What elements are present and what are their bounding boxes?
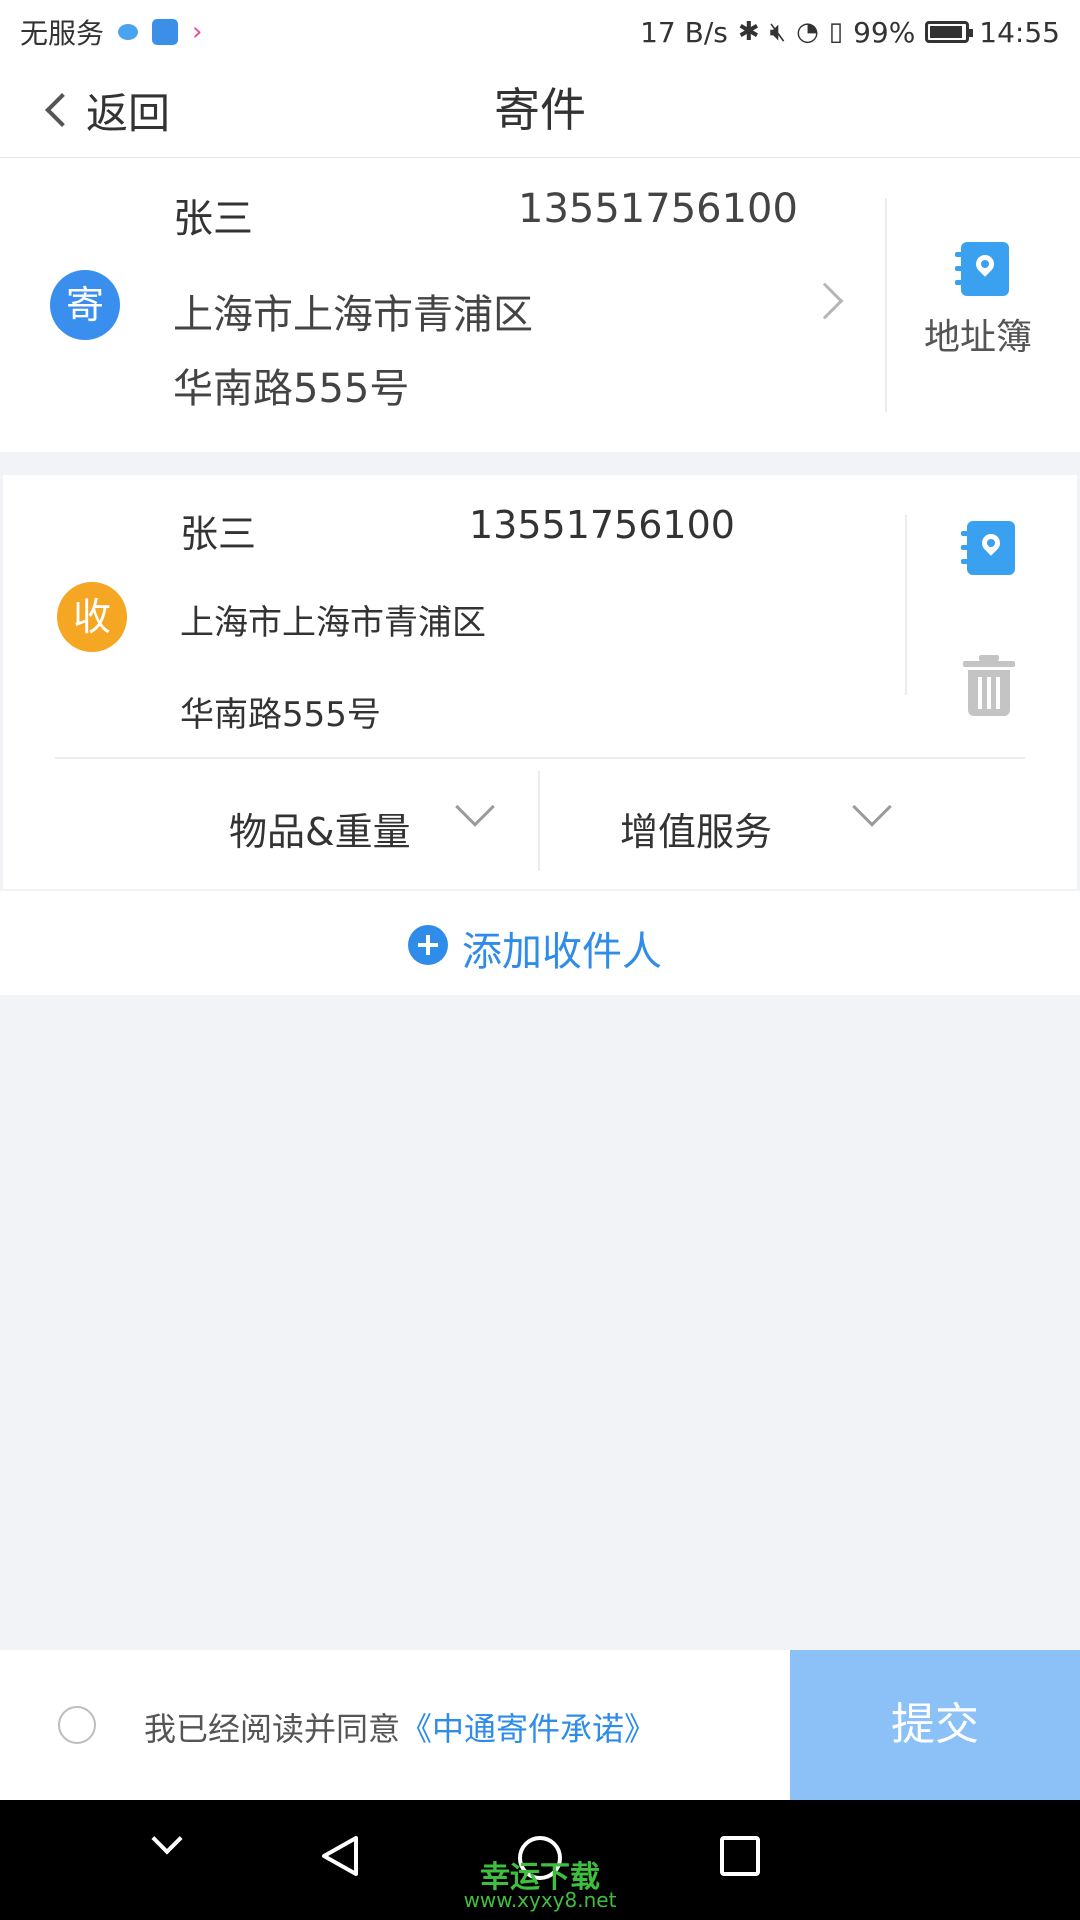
agreement-link[interactable]: 《中通寄件承诺》 bbox=[400, 1710, 656, 1748]
receiver-divider bbox=[905, 515, 907, 695]
sender-card[interactable]: 寄 张三 13551756100 上海市上海市青浦区 华南路555号 地址簿 bbox=[0, 158, 1080, 452]
back-button[interactable]: 返回 bbox=[40, 80, 170, 140]
trash-icon bbox=[963, 655, 1015, 717]
zto-app-icon bbox=[152, 19, 179, 45]
chevron-left-icon bbox=[45, 93, 79, 127]
header: 返回 寄件 bbox=[0, 62, 1080, 158]
sender-badge: 寄 bbox=[50, 270, 120, 340]
receiver-badge: 收 bbox=[57, 582, 127, 652]
sender-phone: 13551756100 bbox=[518, 186, 798, 232]
sender-address-line1: 上海市上海市青浦区 bbox=[173, 292, 533, 338]
plus-circle-icon bbox=[408, 925, 448, 965]
battery-alert-icon: ▯ bbox=[828, 17, 844, 47]
nav-recents-button[interactable] bbox=[720, 1836, 760, 1876]
chevron-down-icon bbox=[455, 787, 495, 827]
status-right: 17 B/s ✱ 🔇︎ ◔ ▯ 99% 14:55 bbox=[640, 12, 1060, 52]
back-label: 返回 bbox=[86, 88, 171, 138]
chevron-right-icon[interactable] bbox=[806, 282, 844, 320]
delete-receiver-button[interactable] bbox=[963, 655, 1015, 717]
nav-back-button[interactable] bbox=[318, 1834, 362, 1878]
agreement-checkbox[interactable] bbox=[58, 1706, 96, 1744]
battery-icon bbox=[925, 21, 974, 43]
value-added-label: 增值服务 bbox=[620, 810, 773, 854]
chevron-down-icon bbox=[852, 787, 892, 827]
carrier-label: 无服务 bbox=[20, 17, 105, 50]
address-book-icon bbox=[961, 521, 1015, 575]
agreement-text: 我已经阅读并同意《中通寄件承诺》 bbox=[144, 1704, 656, 1750]
receiver-address-book-button[interactable] bbox=[961, 521, 1017, 581]
watermark-url: www.xyxy8.net bbox=[463, 1888, 617, 1912]
sender-name: 张三 bbox=[173, 196, 253, 242]
receiver-name: 张三 bbox=[180, 512, 257, 556]
address-book-icon bbox=[955, 242, 1009, 296]
status-left: 无服务 › bbox=[20, 12, 202, 52]
bottom-bar: 我已经阅读并同意《中通寄件承诺》 提交 bbox=[0, 1650, 1080, 1800]
arrow-app-icon: › bbox=[192, 17, 203, 47]
sender-divider bbox=[885, 198, 887, 412]
goods-weight-label: 物品&重量 bbox=[229, 810, 411, 854]
submit-button[interactable]: 提交 bbox=[790, 1650, 1080, 1800]
mute-icon: 🔇︎ bbox=[769, 16, 787, 47]
add-receiver-label: 添加收件人 bbox=[462, 929, 662, 975]
agreement-prefix: 我已经阅读并同意 bbox=[144, 1710, 401, 1748]
wifi-icon: ◔ bbox=[796, 17, 819, 47]
nav-hide-button[interactable] bbox=[150, 1823, 184, 1862]
receiver-address-line1: 上海市上海市青浦区 bbox=[180, 603, 486, 643]
chevron-down-icon bbox=[151, 1823, 183, 1855]
receiver-card[interactable]: 收 张三 13551756100 上海市上海市青浦区 华南路555号 物品&重量… bbox=[3, 475, 1077, 889]
bluetooth-icon: ✱ bbox=[737, 17, 760, 47]
net-speed: 17 B/s bbox=[640, 15, 728, 49]
battery-percent: 99% bbox=[853, 15, 916, 49]
triangle-back-icon bbox=[322, 1836, 358, 1876]
value-added-selector[interactable]: 增值服务 bbox=[540, 759, 1077, 889]
clock: 14:55 bbox=[979, 15, 1060, 49]
sender-address-book-button[interactable]: 地址簿 bbox=[900, 238, 1080, 378]
goods-weight-selector[interactable]: 物品&重量 bbox=[3, 759, 538, 889]
status-bar: 无服务 › 17 B/s ✱ 🔇︎ ◔ ▯ 99% 14:55 bbox=[0, 0, 1080, 62]
receiver-phone: 13551756100 bbox=[469, 503, 735, 547]
cloud-app-icon bbox=[118, 24, 139, 40]
add-receiver-button[interactable]: 添加收件人 bbox=[0, 891, 1080, 995]
address-book-label: 地址簿 bbox=[924, 317, 1033, 358]
receiver-address-line2: 华南路555号 bbox=[180, 695, 381, 735]
sender-address-line2: 华南路555号 bbox=[173, 366, 410, 412]
